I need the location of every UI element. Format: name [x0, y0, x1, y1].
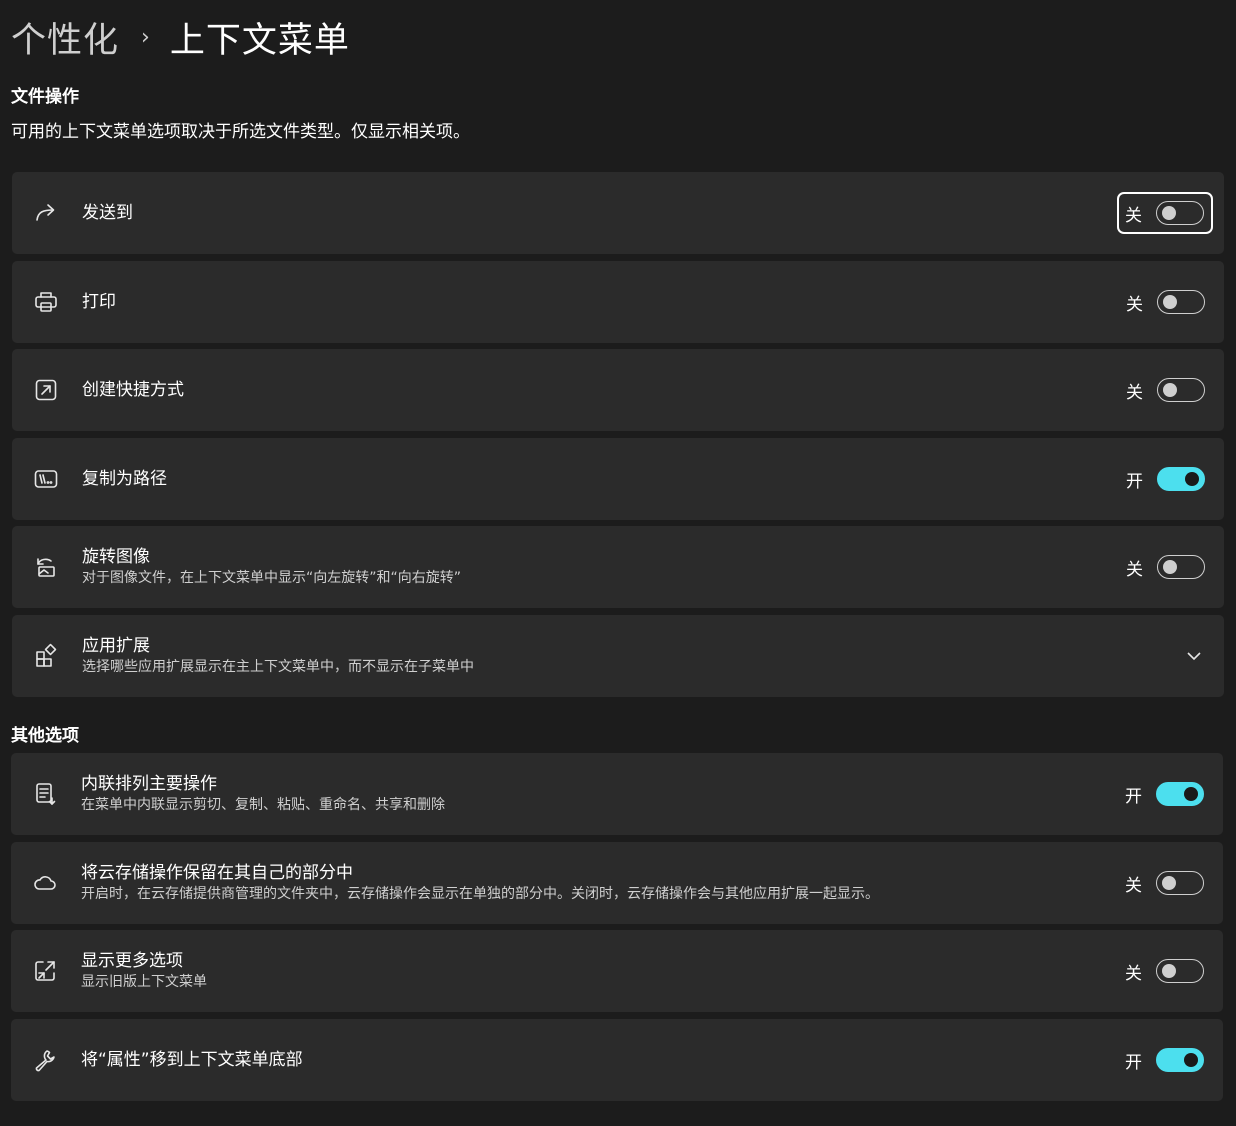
settings-page: 个性化 › 上下文菜单 文件操作 可用的上下文菜单选项取决于所选文件类型。仅显示…: [0, 0, 1236, 1126]
section-title-file-ops: 文件操作: [11, 87, 79, 107]
copy-as-path-toggle[interactable]: 开: [1116, 458, 1212, 500]
create-shortcut-toggle[interactable]: 关: [1116, 369, 1212, 411]
setting-print: 打印 关: [12, 261, 1224, 343]
toggle-switch[interactable]: [1157, 467, 1205, 491]
breadcrumb-separator: ›: [141, 24, 150, 50]
setting-label: 应用扩展: [82, 636, 150, 656]
toggle-state-text: 关: [1125, 875, 1142, 896]
copy-path-icon: [32, 465, 60, 493]
setting-send-to: 发送到 关: [12, 172, 1224, 254]
toggle-switch[interactable]: [1156, 871, 1204, 895]
setting-cloud-section: 将云存储操作保留在其自己的部分中 开启时，在云存储提供商管理的文件夹中，云存储操…: [11, 842, 1223, 924]
toggle-switch[interactable]: [1157, 290, 1205, 314]
breadcrumb-parent-link[interactable]: 个性化: [11, 12, 119, 63]
toggle-switch[interactable]: [1157, 555, 1205, 579]
share-arrow-icon: [32, 199, 60, 227]
setting-label: 创建快捷方式: [82, 380, 184, 400]
section-description: 可用的上下文菜单选项取决于所选文件类型。仅显示相关项。: [11, 122, 470, 142]
printer-icon: [32, 288, 60, 316]
rotate-image-toggle[interactable]: 关: [1116, 546, 1212, 588]
setting-description: 显示旧版上下文菜单: [81, 974, 207, 990]
toggle-switch[interactable]: [1156, 201, 1204, 225]
toggle-state-text: 开: [1125, 1052, 1142, 1073]
page-title: 上下文菜单: [169, 20, 350, 61]
toggle-state-text: 关: [1126, 294, 1143, 315]
setting-label: 将“属性”移到上下文菜单底部: [81, 1050, 303, 1070]
wrench-icon: [31, 1046, 59, 1074]
setting-label: 打印: [82, 292, 116, 312]
app-extensions-icon: [32, 642, 60, 670]
toggle-switch[interactable]: [1156, 782, 1204, 806]
setting-description: 对于图像文件，在上下文菜单中显示“向左旋转”和“向右旋转”: [82, 570, 462, 586]
send-to-toggle[interactable]: 关: [1117, 192, 1213, 234]
setting-label: 内联排列主要操作: [81, 774, 217, 794]
setting-show-more-options: 显示更多选项 显示旧版上下文菜单 关: [11, 930, 1223, 1012]
chevron-down-icon[interactable]: [1186, 648, 1202, 664]
setting-copy-as-path: 复制为路径 开: [12, 438, 1224, 520]
toggle-state-text: 关: [1125, 205, 1142, 226]
setting-properties-bottom: 将“属性”移到上下文菜单底部 开: [11, 1019, 1223, 1101]
toggle-state-text: 关: [1126, 559, 1143, 580]
setting-description: 开启时，在云存储提供商管理的文件夹中，云存储操作会显示在单独的部分中。关闭时，云…: [81, 886, 879, 902]
cloud-icon: [31, 869, 59, 897]
cloud-section-toggle[interactable]: 关: [1115, 862, 1211, 904]
setting-inline-actions: 内联排列主要操作 在菜单中内联显示剪切、复制、粘贴、重命名、共享和删除 开: [11, 753, 1223, 835]
toggle-switch[interactable]: [1156, 959, 1204, 983]
expand-window-icon: [31, 957, 59, 985]
setting-app-extensions[interactable]: 应用扩展 选择哪些应用扩展显示在主上下文菜单中，而不显示在子菜单中: [12, 615, 1224, 697]
properties-bottom-toggle[interactable]: 开: [1115, 1039, 1211, 1081]
setting-label: 显示更多选项: [81, 951, 183, 971]
toggle-state-text: 关: [1126, 382, 1143, 403]
setting-label: 将云存储操作保留在其自己的部分中: [81, 863, 353, 883]
setting-description: 在菜单中内联显示剪切、复制、粘贴、重命名、共享和删除: [81, 797, 445, 813]
setting-description: 选择哪些应用扩展显示在主上下文菜单中，而不显示在子菜单中: [82, 659, 474, 675]
toggle-state-text: 开: [1125, 786, 1142, 807]
setting-label: 旋转图像: [82, 547, 150, 567]
toggle-switch[interactable]: [1156, 1048, 1204, 1072]
toggle-switch[interactable]: [1157, 378, 1205, 402]
inline-actions-toggle[interactable]: 开: [1115, 773, 1211, 815]
toggle-state-text: 开: [1126, 471, 1143, 492]
inline-list-icon: [31, 780, 59, 808]
rotate-image-icon: [32, 553, 60, 581]
setting-rotate-image: 旋转图像 对于图像文件，在上下文菜单中显示“向左旋转”和“向右旋转” 关: [12, 526, 1224, 608]
setting-label: 复制为路径: [82, 469, 167, 489]
setting-create-shortcut: 创建快捷方式 关: [12, 349, 1224, 431]
show-more-options-toggle[interactable]: 关: [1115, 950, 1211, 992]
print-toggle[interactable]: 关: [1116, 281, 1212, 323]
toggle-state-text: 关: [1125, 963, 1142, 984]
section-title-other-options: 其他选项: [11, 726, 79, 746]
shortcut-icon: [32, 376, 60, 404]
breadcrumb: 个性化 › 上下文菜单: [11, 12, 350, 63]
setting-label: 发送到: [82, 203, 133, 223]
